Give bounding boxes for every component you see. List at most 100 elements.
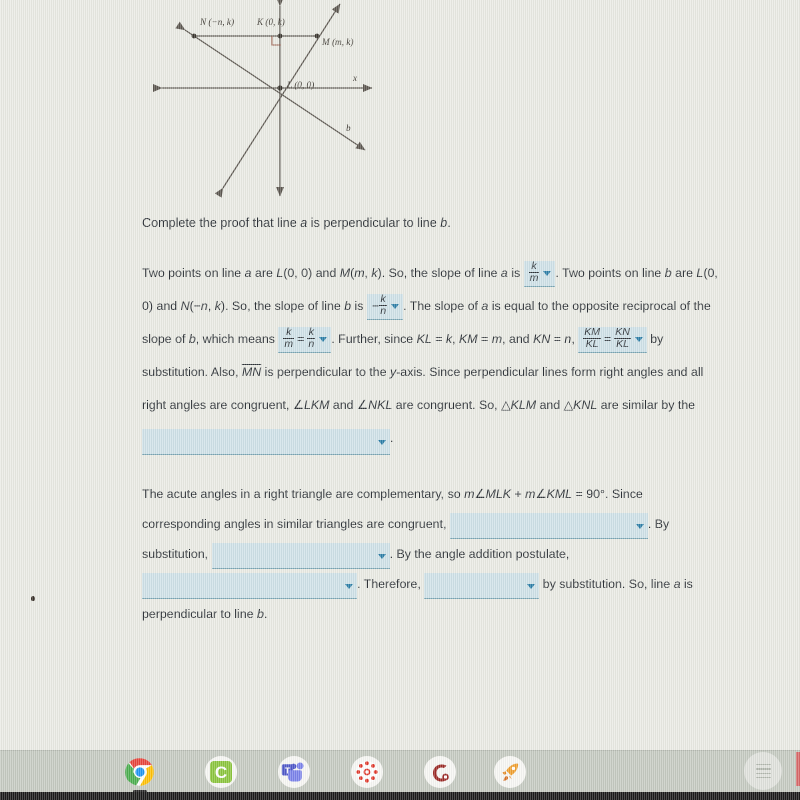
p1-text-11: (− [189,299,201,314]
p1-tri-KLM: KLM [510,398,537,413]
document-page: N (−n, k) K (0, k) M (m, k) L (0, 0) x b… [0,0,800,750]
p1-text-7: is [507,266,524,281]
p1-text-3: (0, 0) and [283,266,340,281]
p2-line-b: b [257,607,264,622]
fraction-numerator: k [380,292,386,305]
fraction-k-over-m: km [528,259,540,284]
fraction-denominator: m [528,271,540,284]
fraction-KM-over-KL: KM KL [583,326,601,350]
p1-line-b: b [664,266,672,281]
label-point-K: K (0, k) [256,17,285,27]
fraction-denominator: n [307,337,316,350]
dropdown-conclusion[interactable] [424,573,540,600]
p1-line-a: a [244,266,252,281]
dropdown-substitution-step[interactable] [211,543,390,570]
p1-text-8: . Two points on line [555,266,665,281]
canvas-student-icon[interactable]: C [205,756,237,788]
chevron-down-icon [527,583,536,589]
p1-seg-MN: MN [241,365,262,380]
p2-angle-MLK: MLK [485,487,512,502]
prompt-text-1: Complete the proof that line [142,216,301,230]
dropdown-substitution-ratio[interactable]: KM KL = KN KL [578,325,647,353]
p1-var-m: m [354,266,365,281]
point-N [191,33,197,39]
line-a [214,3,341,198]
p1-text-32: . [390,431,394,446]
label-point-M: M (m, k) [321,37,353,47]
proof-paragraph-2: The acute angles in a right triangle are… [142,479,722,629]
p1-text-26: is perpendicular to the [261,365,390,380]
p1-angle-LKM: LKM [303,398,330,413]
p2-text-3: + [511,487,526,502]
p2-measure-1: m [464,487,475,502]
dropdown-slope-a[interactable]: km [523,259,556,287]
p1-var-n: n [200,299,208,314]
dropdown-similarity-reason[interactable] [142,429,390,456]
widget-line [755,768,771,770]
chevron-down-icon [377,553,386,559]
chevron-down-icon [345,583,353,589]
p1-text-17: , which means [195,332,279,347]
label-line-b: b [346,123,351,133]
fraction-right: kn [307,325,316,350]
chrome-icon[interactable] [124,756,156,788]
p1-text-12: , [207,299,215,314]
prompt-text-3: . [447,216,451,230]
widget-line [755,776,771,779]
p1-angle-NKL: NKL [368,398,393,413]
chevron-down-icon [635,523,644,529]
p2-measure-2: m [525,487,536,502]
dropdown-angle-addition[interactable] [142,573,357,600]
line-b [175,21,366,151]
p1-text-1: Two points on line [142,266,245,281]
p1-seg-KM: KM [459,332,478,347]
p1-text-20: , [452,332,460,347]
prompt-text-2: is perpendicular to line [307,216,441,230]
p2-text-7: . By the angle addition postulate, [389,547,570,562]
point-K [277,33,283,39]
remind-icon[interactable] [424,756,456,788]
p2-text-1: The acute angles in a right triangle are… [142,487,465,502]
chevron-down-icon [319,337,328,343]
p1-text-2: are [251,266,277,281]
chevron-down-icon [391,304,400,310]
p2-text-11: . [263,607,268,622]
fraction-numerator: k [308,325,314,338]
label-point-N: N (−n, k) [199,17,234,27]
device-bezel [0,792,800,800]
p1-seg-KN: KN [533,332,551,347]
p1-var-m-2: m [491,332,503,347]
proof-prompt: Complete the proof that line a is perpen… [142,216,722,231]
fraction-KN-over-KL: KN KL [614,325,631,350]
dropdown-reciprocal-equation[interactable]: k m = k n [278,325,332,353]
proof-paragraph-1: Two points on line a are L(0, 0) and M(m… [142,257,722,456]
p2-angle-sym-2: ∠ [535,487,547,502]
p1-point-M: M [339,266,351,281]
canvas-icon[interactable] [351,756,383,788]
fraction-denominator: KL [614,337,631,350]
p1-text-18: . Further, since [331,332,417,347]
microsoft-teams-icon[interactable]: T [278,756,310,788]
label-point-L: L (0, 0) [286,80,314,90]
notes-widget-icon[interactable] [744,752,782,790]
p1-text-24: , [571,332,579,347]
dropdown-slope-b[interactable]: − k n [366,292,404,320]
fraction-k-over-n: kn [379,292,388,317]
p1-text-6: ). So, the slope of line [377,266,501,281]
proof-body: Complete the proof that line a is perpen… [142,216,722,629]
p1-text-9: are [671,266,697,281]
p1-line-a-2: a [500,266,508,281]
p2-angle-sym-1: ∠ [474,487,486,502]
equals-sign: = [297,331,305,346]
p1-text-29: are congruent. So, △ [392,398,511,413]
dropdown-corresponding-angles[interactable] [449,513,648,540]
p2-angle-KML: KML [546,487,573,502]
widget-line [755,763,771,766]
p1-text-19: = [431,332,446,347]
fraction-numerator: KN [615,325,630,338]
p1-text-21: = [477,332,492,347]
fraction-numerator: k [531,259,537,272]
p1-seg-KL: KL [416,332,432,347]
screen-edge-accent [796,752,800,786]
rocket-icon[interactable] [494,756,526,788]
